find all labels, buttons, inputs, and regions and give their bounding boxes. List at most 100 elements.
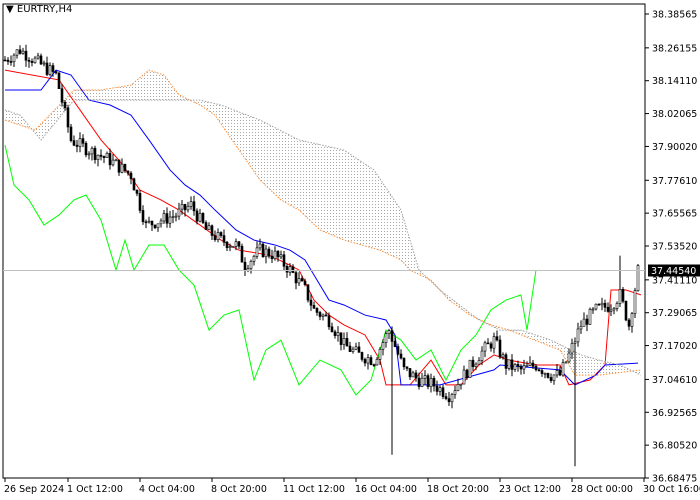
x-tick-label: 11 Oct 12:00	[283, 484, 345, 495]
bull-candle	[468, 359, 472, 378]
bear-candle	[141, 210, 145, 223]
bear-candle	[24, 50, 28, 61]
bear-candle	[39, 55, 43, 65]
bull-candle	[501, 354, 505, 358]
bear-candle	[129, 172, 133, 180]
bull-candle	[618, 289, 622, 304]
bull-candle	[513, 364, 517, 370]
bull-candle	[168, 216, 172, 224]
bear-candle	[294, 272, 298, 284]
bear-candle	[393, 341, 397, 347]
bear-candle	[201, 213, 205, 223]
bull-candle	[561, 362, 565, 376]
bull-candle	[612, 308, 616, 311]
bull-candle	[576, 328, 580, 343]
bear-candle	[318, 312, 322, 317]
bear-candle	[192, 201, 196, 212]
bull-candle	[342, 338, 346, 345]
bear-candle	[324, 314, 328, 317]
bull-candle	[387, 330, 391, 335]
bear-candle	[72, 140, 76, 146]
bear-candle	[108, 152, 112, 166]
bull-candle	[198, 213, 202, 222]
bear-candle	[396, 346, 400, 355]
bear-candle	[426, 375, 430, 387]
y-tick-label: 37.17020	[652, 341, 697, 352]
bull-candle	[111, 159, 115, 166]
y-tick-label: 38.26155	[652, 43, 697, 54]
bull-candle	[228, 246, 232, 248]
bear-candle	[540, 370, 544, 374]
bear-candle	[399, 353, 403, 359]
price-chart[interactable]: 38.38565 38.26155 38.14110 38.02065 37.90020…	[0, 0, 700, 500]
bull-candle	[78, 138, 82, 147]
bull-candle	[366, 357, 370, 364]
bull-candle	[36, 55, 40, 59]
bear-candle	[549, 377, 553, 381]
bear-candle	[621, 289, 625, 302]
bear-candle	[504, 354, 508, 369]
x-tick-label: 28 Oct 00:00	[571, 484, 633, 495]
bear-candle	[54, 71, 58, 74]
bear-candle	[333, 331, 337, 336]
dropdown-triangle-icon[interactable]: ▼	[6, 4, 14, 15]
bear-candle	[18, 49, 22, 54]
bear-candle	[138, 193, 142, 211]
bull-candle	[321, 314, 325, 317]
bear-candle	[327, 315, 331, 328]
bear-candle	[285, 266, 289, 273]
bull-candle	[423, 375, 427, 379]
bull-candle	[288, 266, 292, 273]
bear-candle	[144, 221, 148, 224]
bear-candle	[495, 336, 499, 341]
bear-candle	[150, 220, 154, 226]
bear-candle	[417, 377, 421, 387]
bull-candle	[615, 303, 619, 309]
bear-candle	[465, 369, 469, 378]
chart-title: ▼ EURTRY,H4	[6, 4, 72, 15]
bear-candle	[348, 345, 352, 352]
bull-candle	[582, 318, 586, 327]
bear-candle	[126, 170, 130, 174]
bear-candle	[123, 163, 127, 172]
bull-candle	[15, 49, 19, 56]
bear-candle	[204, 222, 208, 230]
bear-candle	[276, 250, 280, 258]
bear-candle	[81, 138, 85, 144]
bear-candle	[303, 280, 307, 285]
x-tick-label: 1 Oct 12:00	[67, 484, 123, 495]
bear-candle	[225, 241, 229, 248]
bull-candle	[90, 147, 94, 155]
bull-candle	[147, 220, 151, 223]
bear-candle	[84, 142, 88, 156]
bear-candle	[405, 366, 409, 369]
bull-candle	[264, 248, 268, 258]
x-tick-label: 4 Oct 04:00	[139, 484, 195, 495]
bull-candle	[564, 361, 568, 364]
bull-candle	[474, 363, 478, 368]
bull-candle	[462, 369, 466, 385]
bull-candle	[234, 241, 238, 247]
bear-candle	[261, 243, 265, 258]
bear-candle	[69, 126, 73, 141]
y-tick-label: 37.53520	[652, 242, 697, 253]
bear-candle	[6, 59, 10, 62]
y-tick-label: 38.14110	[652, 76, 697, 87]
bull-candle	[528, 362, 532, 366]
bull-candle	[42, 62, 46, 65]
x-tick-label: 23 Oct 12:00	[499, 484, 561, 495]
bear-candle	[546, 372, 550, 378]
bear-candle	[372, 364, 376, 366]
bear-candle	[237, 241, 241, 247]
bear-candle	[291, 266, 295, 273]
bear-candle	[531, 362, 535, 367]
bear-candle	[267, 248, 271, 257]
bear-candle	[585, 318, 589, 325]
bear-candle	[312, 305, 316, 309]
bull-candle	[174, 215, 178, 218]
bear-candle	[624, 300, 628, 321]
y-tick-label: 37.04610	[652, 375, 697, 386]
bull-candle	[162, 213, 166, 222]
bear-candle	[510, 359, 514, 370]
bull-candle	[252, 255, 256, 262]
